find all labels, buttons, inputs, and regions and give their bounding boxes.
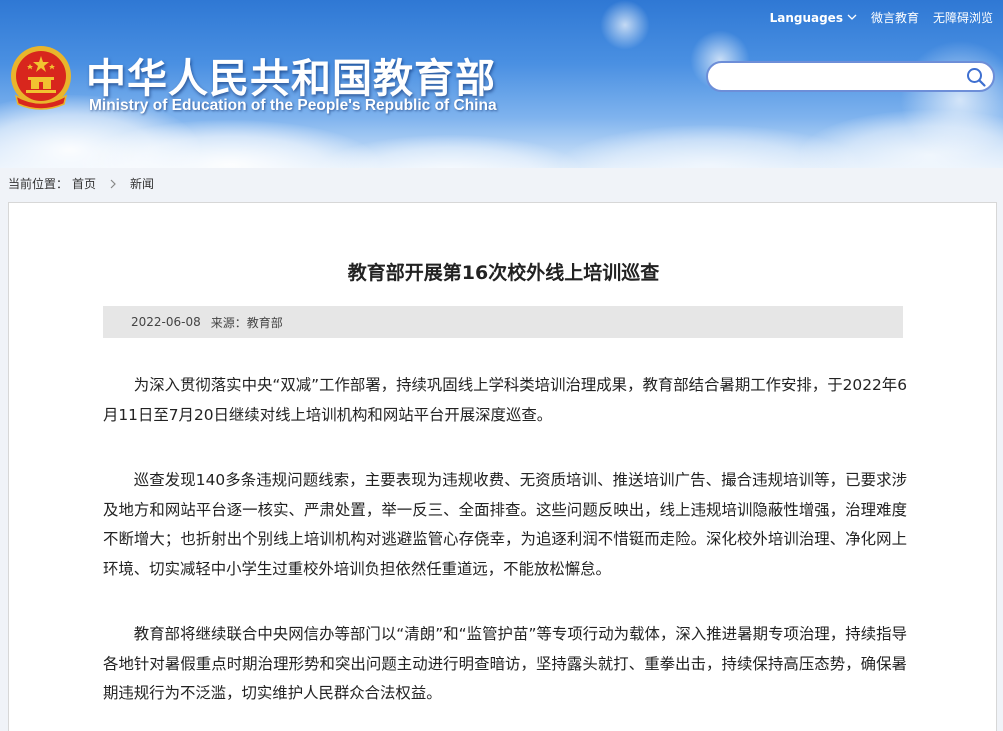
languages-label: Languages — [769, 10, 843, 25]
top-links: Languages 微言教育 无障碍浏览 — [770, 9, 993, 26]
article-body: 为深入贯彻落实中央“双减”工作部署，持续巩固线上学科类培训治理成果，教育部结合暑… — [103, 371, 907, 731]
cloud-decoration — [320, 135, 580, 168]
chevron-down-icon — [847, 14, 857, 20]
breadcrumb-home-link[interactable]: 首页 — [72, 175, 96, 192]
article-meta-bar: 2022-06-08 来源：教育部 — [103, 306, 903, 338]
chevron-right-icon — [110, 179, 116, 188]
site-title-english[interactable]: Ministry of Education of the People's Re… — [89, 97, 497, 115]
weiyan-link[interactable]: 微言教育 — [871, 9, 919, 26]
article-paragraph: 巡查发现140多条违规问题线索，主要表现为违规收费、无资质培训、推送培训广告、撮… — [103, 471, 907, 578]
search-icon[interactable] — [965, 66, 987, 88]
article-source: 来源：教育部 — [210, 315, 283, 330]
article-paragraph: 为深入贯彻落实中央“双减”工作部署，持续巩固线上学科类培训治理成果，教育部结合暑… — [103, 376, 907, 424]
breadcrumb: 当前位置： 首页 新闻 — [8, 175, 154, 192]
breadcrumb-prefix: 当前位置： — [8, 177, 69, 191]
article-paragraph: 教育部将继续联合中央网信办等部门以“清朗”和“监管护苗”等专项行动为载体，深入推… — [103, 625, 907, 702]
article-date: 2022-06-08 — [131, 315, 201, 329]
national-emblem-icon[interactable] — [8, 44, 74, 114]
dandelion-decoration — [600, 0, 650, 50]
breadcrumb-current-link[interactable]: 新闻 — [130, 175, 154, 192]
accessibility-link[interactable]: 无障碍浏览 — [933, 9, 993, 26]
article-panel: 教育部开展第16次校外线上培训巡查 2022-06-08 来源：教育部 为深入贯… — [8, 202, 997, 731]
search-input[interactable] — [722, 63, 962, 90]
site-header: 中华人民共和国教育部 Ministry of Education of the … — [0, 0, 1003, 168]
search-box — [706, 61, 995, 92]
languages-dropdown[interactable]: Languages — [770, 11, 857, 25]
site-title-chinese[interactable]: 中华人民共和国教育部 — [86, 46, 496, 104]
article-title: 教育部开展第16次校外线上培训巡查 — [347, 262, 660, 284]
